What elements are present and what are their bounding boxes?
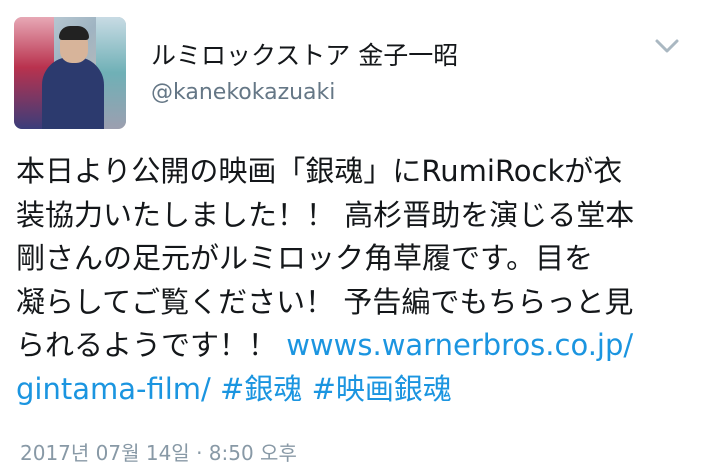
tweet-link-start[interactable]: wwws.warnerbros.co.jp/ <box>286 328 633 362</box>
tweet-line-3: 剛さんの足元がルミロック角草履です。目を <box>16 241 594 275</box>
tweet-text: 本日より公開の映画「銀魂」にRumiRockが衣 装協力いたしました！！ 高杉晋… <box>16 150 706 411</box>
tweet-line-5-text: られるようです！！ <box>16 328 287 362</box>
chevron-down-icon[interactable] <box>654 36 680 56</box>
profile-avatar[interactable] <box>14 17 126 129</box>
tweet-line-1: 本日より公開の映画「銀魂」にRumiRockが衣 <box>16 154 623 188</box>
tweet-line-6: gintama-film/ #銀魂 #映画銀魂 <box>16 368 706 412</box>
tweet-link-end[interactable]: gintama-film/ <box>16 372 211 406</box>
avatar-kimono <box>42 57 104 129</box>
tweet-line-2: 装協力いたしました！！ 高杉晋助を演じる堂本 <box>16 197 635 232</box>
tweet-line-4: 凝らしてご覧ください！ 予告編でもちらっと見 <box>16 284 634 319</box>
tweet-line-5: られるようです！！ wwws.warnerbros.co.jp/ <box>16 324 706 368</box>
tweet-timestamp[interactable]: 2017년 07월 14일 · 8:50 오후 <box>20 437 297 466</box>
display-name[interactable]: ルミロックストア 金子一昭 <box>151 36 458 72</box>
avatar-hair <box>59 26 89 40</box>
hashtag-gintama[interactable]: #銀魂 <box>220 372 302 406</box>
user-handle[interactable]: @kanekokazuaki <box>151 80 335 105</box>
hashtag-eiga-gintama[interactable]: #映画銀魂 <box>312 372 452 406</box>
